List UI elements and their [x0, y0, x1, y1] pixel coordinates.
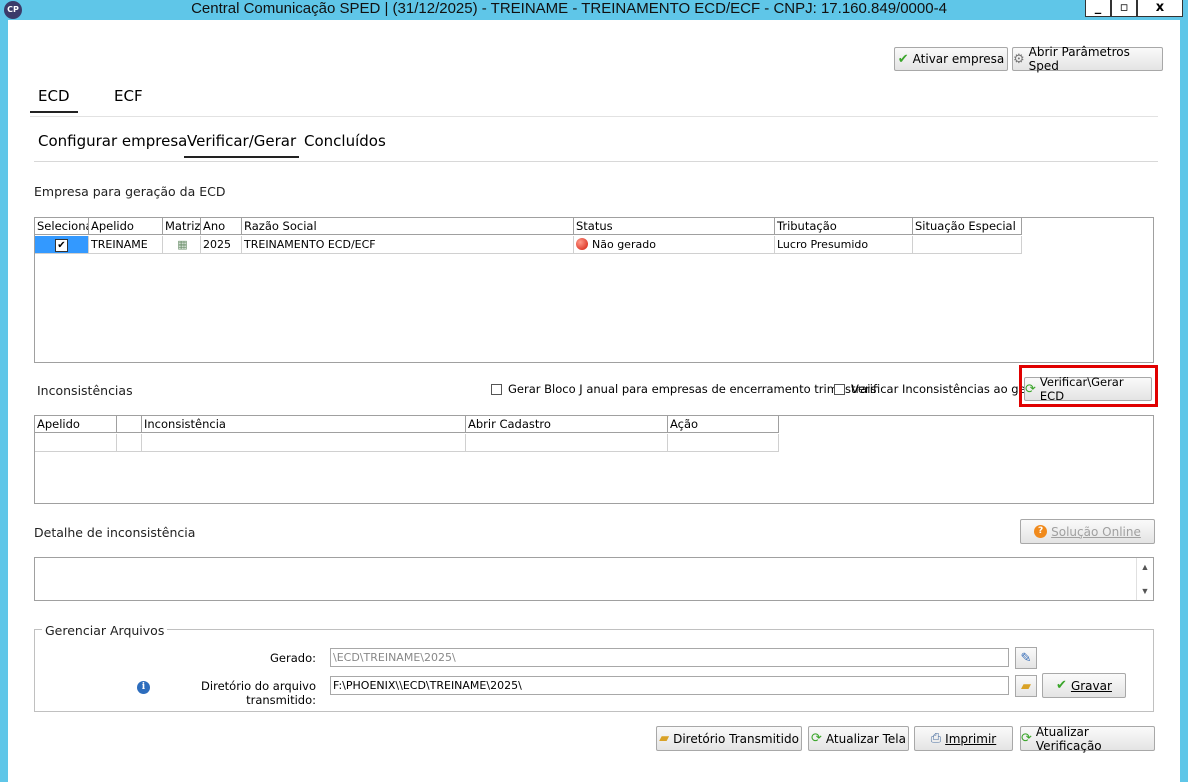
empresa-grid-header: Selecionar Apelido Matriz Ano Razão Soci…	[35, 218, 1022, 235]
solucao-online-button[interactable]: ? Solução Online	[1020, 519, 1155, 544]
diretorio-label: Diretório do arquivo transmitido:	[201, 679, 316, 707]
edit-file-icon[interactable]: ✎	[1015, 647, 1037, 669]
col-apelido[interactable]: Apelido	[89, 218, 163, 235]
diretorio-field[interactable]: F:\PHOENIX\\ECD\TREINAME\2025\	[330, 676, 1009, 695]
col-inc-blank[interactable]	[117, 416, 142, 433]
main-window: ✔ Ativar empresa ⚙ Abrir Parâmetros Sped…	[8, 20, 1180, 782]
col-razao-social[interactable]: Razão Social	[242, 218, 574, 235]
col-ano[interactable]: Ano	[201, 218, 242, 235]
tab-ecf[interactable]: ECF	[114, 87, 143, 105]
inc-cell	[466, 434, 668, 451]
col-tributacao[interactable]: Tributação	[775, 218, 913, 235]
empresa-grid: Selecionar Apelido Matriz Ano Razão Soci…	[34, 217, 1154, 363]
gear-icon: ⚙	[1013, 51, 1025, 67]
status-red-icon	[576, 238, 588, 250]
scroll-up-icon[interactable]: ▲	[1137, 559, 1153, 575]
table-row[interactable]	[35, 434, 779, 452]
col-inconsistencia[interactable]: Inconsistência	[142, 416, 466, 433]
bloco-j-checkbox[interactable]: Gerar Bloco J anual para empresas de enc…	[491, 382, 876, 396]
row-status: Não gerado	[574, 236, 775, 253]
col-matriz[interactable]: Matriz	[163, 218, 201, 235]
folder-arrow-icon: ▰	[659, 731, 670, 746]
main-tabs-divider	[30, 116, 1158, 117]
gerenciar-arquivos-legend: Gerenciar Arquivos	[42, 623, 168, 638]
row-situacao-especial	[913, 236, 1022, 253]
detalhe-textarea[interactable]: ▲ ▼	[34, 557, 1154, 601]
ativar-empresa-label: Ativar empresa	[912, 52, 1005, 66]
imprimir-button[interactable]: ⎙ Imprimir	[914, 726, 1013, 751]
window-title: Central Comunicação SPED | (31/12/2025) …	[191, 0, 947, 17]
bloco-j-label: Gerar Bloco J anual para empresas de enc…	[508, 382, 877, 396]
verificar-gerar-ecd-label: Verificar\Gerar ECD	[1039, 375, 1124, 403]
diretorio-transmitido-button[interactable]: ▰ Diretório Transmitido	[656, 726, 802, 751]
col-inc-apelido[interactable]: Apelido	[35, 416, 117, 433]
scroll-down-icon[interactable]: ▼	[1137, 583, 1153, 599]
abrir-parametros-button[interactable]: ⚙ Abrir Parâmetros Sped	[1012, 45, 1163, 73]
empresa-section-title: Empresa para geração da ECD	[34, 184, 226, 199]
check-circle-icon: ✔	[1056, 678, 1067, 693]
detalhe-scrollbar[interactable]: ▲ ▼	[1136, 558, 1153, 600]
tab-ecd[interactable]: ECD	[30, 87, 78, 113]
col-status[interactable]: Status	[574, 218, 775, 235]
help-icon: ?	[1034, 525, 1048, 538]
row-ano: 2025	[201, 236, 242, 253]
inc-cell	[117, 434, 142, 451]
checkmark-icon: ✔	[897, 51, 909, 67]
maximize-icon[interactable]: ▫	[1111, 0, 1137, 17]
inconsistencias-title: Inconsistências	[37, 383, 133, 398]
ativar-empresa-button[interactable]: ✔ Ativar empresa	[894, 47, 1008, 71]
row-apelido: TREINAME	[89, 236, 163, 253]
row-status-text: Não gerado	[592, 238, 656, 251]
verificar-inconsistencias-checkbox[interactable]: Verificar Inconsistências ao gerar	[834, 382, 1042, 396]
row-razao-social: TREINAMENTO ECD/ECF	[242, 236, 574, 253]
minimize-icon[interactable]: _	[1085, 0, 1111, 17]
inc-cell	[35, 434, 117, 451]
gravar-button[interactable]: ✔ Gravar	[1042, 673, 1126, 698]
table-row[interactable]: ✔ TREINAME ▦ 2025 TREINAMENTO ECD/ECF Nã…	[35, 236, 1022, 254]
col-selecionar[interactable]: Selecionar	[35, 218, 89, 235]
bloco-j-box[interactable]	[491, 383, 502, 395]
detalhe-title: Detalhe de inconsistência	[34, 525, 196, 540]
tab-concluidos[interactable]: Concluídos	[304, 132, 386, 150]
tab-verificar-gerar[interactable]: Verificar/Gerar	[184, 132, 300, 158]
atualizar-tela-button[interactable]: ⟳ Atualizar Tela	[808, 726, 909, 751]
refresh-icon: ⟳	[811, 731, 822, 746]
abrir-parametros-label: Abrir Parâmetros Sped	[1028, 45, 1130, 73]
verificar-inconsistencias-label: Verificar Inconsistências ao gerar	[851, 382, 1043, 396]
gerado-label: Gerado:	[270, 651, 316, 665]
printer-icon: ⎙	[930, 731, 942, 746]
refresh-icon: ⟳	[1021, 731, 1032, 746]
col-abrir-cadastro[interactable]: Abrir Cadastro	[466, 416, 668, 433]
diretorio-transmitido-label: Diretório Transmitido	[673, 731, 799, 746]
inc-cell	[142, 434, 466, 451]
tab-configurar-empresa[interactable]: Configurar empresa	[38, 132, 187, 150]
verificar-inconsistencias-box[interactable]	[834, 383, 845, 395]
inconsistencias-grid-header: Apelido Inconsistência Abrir Cadastro Aç…	[35, 416, 779, 433]
sub-tabs-divider	[34, 161, 1158, 162]
col-acao[interactable]: Ação	[668, 416, 779, 433]
gerado-field[interactable]: \ECD\TREINAME\2025\	[330, 648, 1009, 667]
folder-icon[interactable]: ▰	[1015, 675, 1037, 697]
solucao-online-label: Solução Online	[1051, 524, 1141, 539]
title-bar: CP Central Comunicação SPED | (31/12/202…	[0, 0, 1188, 20]
building-icon: ▦	[163, 236, 201, 253]
col-situacao-especial[interactable]: Situação Especial	[913, 218, 1022, 235]
inc-cell	[668, 434, 779, 451]
refresh-icon: ⟳	[1025, 381, 1036, 397]
verificar-gerar-ecd-button[interactable]: ⟳ Verificar\Gerar ECD	[1024, 375, 1152, 403]
imprimir-label: Imprimir	[945, 731, 997, 746]
atualizar-tela-label: Atualizar Tela	[825, 731, 906, 746]
atualizar-verificacao-label: Atualizar Verificação	[1035, 724, 1102, 753]
atualizar-verificacao-button[interactable]: ⟳ Atualizar Verificação	[1020, 724, 1155, 753]
gravar-label: Gravar	[1070, 678, 1112, 693]
row-select-checkbox[interactable]: ✔	[55, 239, 68, 252]
inconsistencias-grid: Apelido Inconsistência Abrir Cadastro Aç…	[34, 415, 1154, 504]
row-select-cell[interactable]: ✔	[35, 236, 89, 253]
row-tributacao: Lucro Presumido	[775, 236, 913, 253]
close-icon[interactable]: x	[1137, 0, 1183, 17]
